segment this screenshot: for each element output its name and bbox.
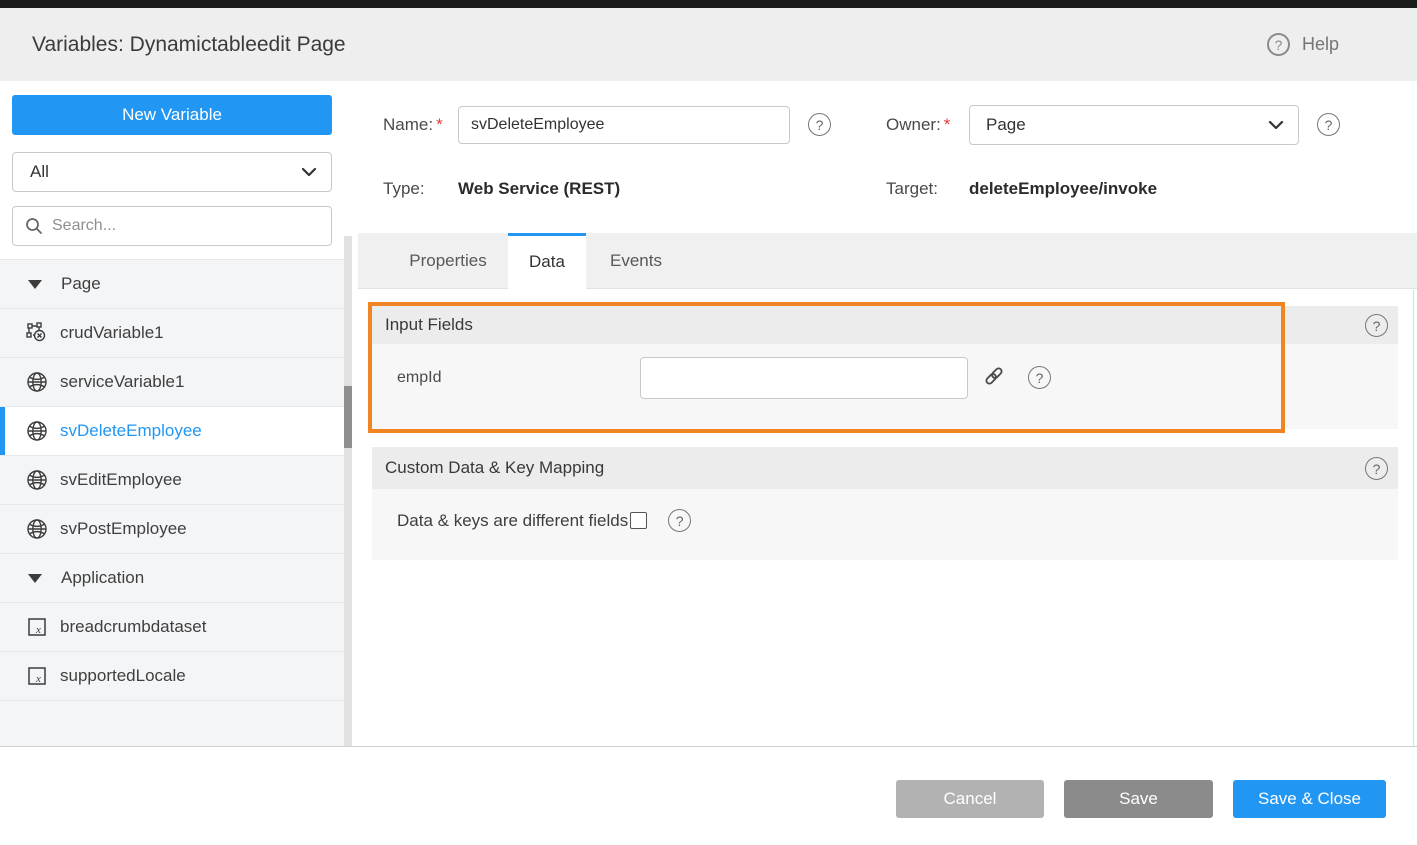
svg-text:x: x (35, 673, 41, 685)
search-input[interactable] (52, 217, 319, 235)
different-fields-help-icon[interactable] (668, 509, 691, 532)
variable-label: svPostEmployee (60, 519, 187, 539)
empid-label: empId (397, 369, 441, 387)
target-value: deleteEmployee/invoke (969, 179, 1157, 199)
variable-label: crudVariable1 (60, 323, 164, 343)
variable-row-svEditEmployee[interactable]: svEditEmployee (0, 456, 344, 505)
collapse-triangle-icon (28, 574, 42, 583)
variables-sidebar: New Variable All Page crudVariable1 (0, 81, 352, 746)
web-service-icon (26, 420, 48, 442)
model-variable-icon: x (26, 616, 48, 638)
variable-row-crudVariable1[interactable]: crudVariable1 (0, 309, 344, 358)
web-service-icon (26, 371, 48, 393)
variable-detail-panel: Name:* Owner:* Page Type: Web Service (R… (352, 81, 1417, 746)
variable-row-breadcrumbdataset[interactable]: x breadcrumbdataset (0, 603, 344, 652)
variable-label: svEditEmployee (60, 470, 182, 490)
variable-label: svDeleteEmployee (60, 421, 202, 441)
group-label: Application (61, 568, 144, 588)
owner-selected-value: Page (986, 115, 1268, 135)
variable-filter-select[interactable]: All (12, 152, 332, 192)
variable-row-svDeleteEmployee[interactable]: svDeleteEmployee (0, 407, 344, 456)
input-fields-title: Input Fields (385, 315, 473, 335)
web-service-icon (26, 518, 48, 540)
group-row-page[interactable]: Page (0, 260, 344, 309)
tab-events[interactable]: Events (586, 233, 686, 289)
cancel-button[interactable]: Cancel (896, 780, 1044, 818)
help-icon (1267, 33, 1290, 56)
dialog-title: Variables: Dynamictableedit Page (32, 8, 346, 81)
owner-select[interactable]: Page (969, 105, 1299, 145)
chevron-down-icon (301, 167, 317, 177)
filter-selected-value: All (30, 162, 301, 182)
search-icon (25, 217, 43, 235)
empid-input[interactable] (640, 357, 968, 399)
input-fields-help-icon[interactable] (1365, 314, 1388, 337)
variable-label: supportedLocale (60, 666, 186, 686)
variables-dialog: Variables: Dynamictableedit Page Help Ne… (0, 0, 1417, 845)
custom-mapping-title: Custom Data & Key Mapping (385, 458, 604, 478)
background-page-strip (0, 0, 1417, 8)
custom-mapping-help-icon[interactable] (1365, 457, 1388, 480)
collapse-triangle-icon (28, 280, 42, 289)
footer-divider (0, 746, 1417, 747)
model-variable-icon: x (26, 665, 48, 687)
sidebar-scrollbar-track[interactable] (344, 236, 352, 746)
custom-mapping-section: Custom Data & Key Mapping Data & keys ar… (372, 447, 1398, 560)
variable-row-serviceVariable1[interactable]: serviceVariable1 (0, 358, 344, 407)
empid-help-icon[interactable] (1028, 366, 1051, 389)
tab-data[interactable]: Data (508, 233, 586, 290)
save-close-button[interactable]: Save & Close (1233, 780, 1386, 818)
help-button[interactable]: Help (1267, 8, 1339, 81)
variable-label: serviceVariable1 (60, 372, 184, 392)
different-fields-row: Data & keys are different fields (397, 509, 691, 532)
target-label: Target: (886, 179, 938, 199)
chevron-down-icon (1268, 120, 1284, 130)
variable-search (12, 206, 332, 246)
input-fields-section: Input Fields empId (372, 306, 1398, 429)
group-row-application[interactable]: Application (0, 554, 344, 603)
help-label: Help (1302, 34, 1339, 55)
custom-mapping-header: Custom Data & Key Mapping (372, 447, 1398, 489)
type-value: Web Service (REST) (458, 179, 620, 199)
crud-variable-icon (26, 322, 48, 344)
required-asterisk: * (436, 115, 443, 134)
detail-tabs: Properties Data Events (358, 233, 1417, 289)
name-label: Name:* (383, 115, 443, 135)
variable-list: Page crudVariable1 serviceVariable1 (0, 259, 344, 746)
group-label: Page (61, 274, 101, 294)
variable-row-svPostEmployee[interactable]: svPostEmployee (0, 505, 344, 554)
web-service-icon (26, 469, 48, 491)
owner-label: Owner:* (886, 115, 950, 135)
different-fields-label: Data & keys are different fields (397, 511, 628, 531)
panel-right-border (1413, 290, 1414, 746)
name-input[interactable] (458, 106, 790, 144)
tab-properties[interactable]: Properties (388, 233, 508, 289)
save-button[interactable]: Save (1064, 780, 1213, 818)
different-fields-checkbox[interactable] (630, 512, 647, 529)
required-asterisk: * (944, 115, 951, 134)
variable-label: breadcrumbdataset (60, 617, 206, 637)
sidebar-scrollbar-thumb[interactable] (344, 386, 352, 448)
input-fields-header: Input Fields (372, 306, 1398, 344)
owner-help-icon[interactable] (1317, 113, 1340, 136)
new-variable-button[interactable]: New Variable (12, 95, 332, 135)
type-label: Type: (383, 179, 425, 199)
svg-text:x: x (35, 624, 41, 636)
bind-link-icon[interactable] (982, 364, 1006, 388)
variable-row-supportedLocale[interactable]: x supportedLocale (0, 652, 344, 701)
name-help-icon[interactable] (808, 113, 831, 136)
dialog-header: Variables: Dynamictableedit Page Help (0, 8, 1417, 81)
